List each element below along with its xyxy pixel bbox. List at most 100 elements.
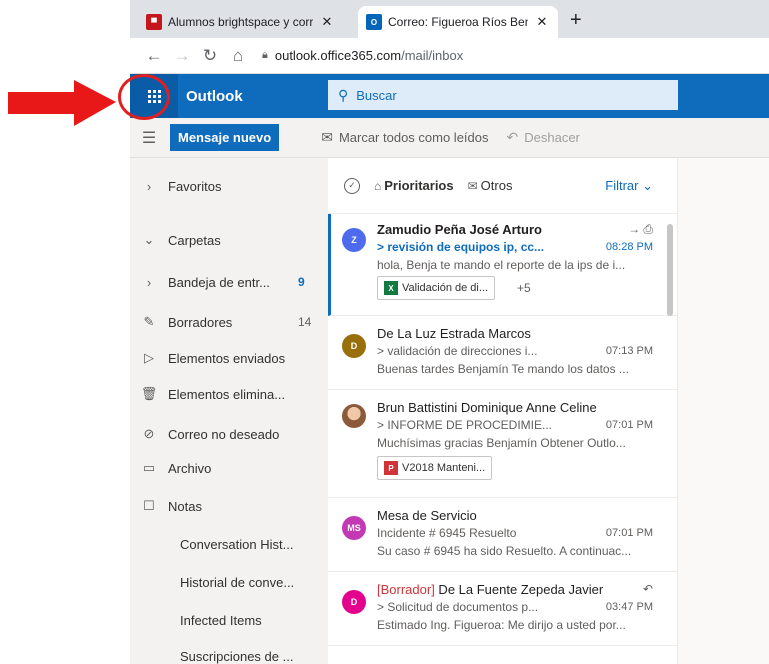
message-sender: De La Luz Estrada Marcos — [377, 326, 531, 341]
sidebar-item-notes[interactable]: ☐ Notas — [130, 488, 328, 524]
pdf-icon: P — [384, 461, 398, 475]
message-preview: Buenas tardes Benjamín Te mando los dato… — [377, 362, 629, 376]
folders-header[interactable]: ⌄ Carpetas — [130, 222, 328, 258]
avatar: Z — [342, 228, 366, 252]
url-host: outlook.office365.com — [274, 48, 402, 63]
pencil-icon: ✎ — [143, 314, 155, 329]
home-icon[interactable]: ⌂ — [224, 46, 252, 66]
message-time: 07:01 PM — [605, 527, 653, 539]
address-bar: ← → ↻ ⌂ 🔒︎ outlook.office365.com/mail/in… — [130, 38, 769, 74]
message-sender: Mesa de Servicio — [377, 508, 477, 523]
attachment-chip[interactable]: P V2018 Manteni... — [377, 456, 493, 480]
sidebar-item-drafts[interactable]: ✎ Borradores 14 — [130, 304, 328, 340]
new-message-button[interactable]: Mensaje nuevo — [170, 124, 280, 151]
message-preview: Estimado Ing. Figueroa: Me dirijo a uste… — [377, 618, 626, 632]
annotation-margin — [0, 0, 130, 664]
lock-icon: 🔒︎ — [262, 49, 268, 61]
sidebar-item-label: Suscripciones de ... — [180, 648, 294, 664]
sidebar-item-junk[interactable]: ⊘ Correo no deseado — [130, 416, 328, 452]
sidebar-item-label: Borradores — [168, 314, 233, 330]
new-tab-button[interactable]: + — [570, 9, 582, 32]
archive-icon: ▭ — [142, 460, 156, 475]
hamburger-menu-icon[interactable]: ☰ — [130, 128, 168, 148]
sidebar-item-label: Elementos enviados — [168, 350, 286, 366]
sidebar-item-conversation-history[interactable]: Conversation Hist... — [130, 526, 328, 562]
favorites-header[interactable]: › Favoritos — [130, 168, 328, 204]
avatar: D — [342, 334, 366, 358]
pivot-bar: ✓ ⌂ Prioritarios ✉ Otros Filtrar ⌄ — [328, 158, 677, 214]
folder-pane: › Favoritos ⌄ Carpetas › Bandeja de entr… — [130, 158, 328, 664]
undo-label: Deshacer — [524, 130, 580, 145]
select-all-checkbox[interactable]: ✓ — [344, 177, 360, 194]
avatar — [342, 404, 366, 428]
red-arrow-annotation — [8, 80, 116, 126]
url-path: /mail/inbox — [401, 48, 464, 63]
send-icon: ▷ — [144, 350, 154, 365]
note-icon: ☐ — [143, 498, 155, 513]
undo-button[interactable]: ↶ Deshacer — [507, 129, 580, 146]
chevron-down-icon: ⌄ — [642, 177, 653, 193]
chevron-down-icon: ⌄ — [143, 232, 155, 247]
sidebar-item-label: Notas — [168, 498, 202, 514]
reload-icon[interactable]: ↻ — [196, 46, 224, 66]
url-field[interactable]: 🔒︎ outlook.office365.com/mail/inbox — [262, 48, 463, 63]
tab-strip: ▀ Alumnos brightspace y correo | ll ✕ O … — [130, 0, 769, 38]
sidebar-item-infected[interactable]: Infected Items — [130, 602, 328, 638]
tab-brightspace[interactable]: ▀ Alumnos brightspace y correo | ll ✕ — [138, 6, 343, 38]
attachment-name: V2018 Manteni... — [402, 462, 486, 474]
filter-label: Filtrar — [605, 177, 639, 193]
list-item[interactable]: MS Mesa de Servicio Incidente # 6945 Res… — [328, 498, 677, 572]
forward-attach-icons: → ⎙ — [628, 222, 653, 236]
list-item[interactable]: D De La Luz Estrada Marcos > validación … — [328, 316, 677, 390]
message-preview: hola, Benja te mando el reporte de la ip… — [377, 258, 626, 272]
sidebar-item-deleted[interactable]: 🗑︎ Elementos elimina... — [130, 376, 328, 412]
list-item[interactable]: Z Zamudio Peña José Arturo → ⎙ > revisió… — [328, 214, 677, 316]
message-subject: > validación de direcciones i... — [377, 344, 538, 358]
item-count: 14 — [298, 315, 312, 329]
list-item[interactable]: D [Borrador] De La Fuente Zepeda Javier … — [328, 572, 677, 646]
tab-title: Correo: Figueroa Ríos Benjamín - — [388, 15, 528, 29]
focused-icon: ⌂ — [374, 178, 382, 193]
attachment-name: Validación de di... — [402, 282, 489, 294]
search-icon: ⚲ — [338, 86, 349, 103]
close-tab-icon[interactable]: ✕ — [319, 14, 335, 30]
excel-icon: X — [384, 281, 398, 295]
outlook-favicon-icon: O — [366, 14, 382, 30]
list-item[interactable]: Brun Battistini Dominique Anne Celine > … — [328, 390, 677, 498]
app-name[interactable]: Outlook — [186, 88, 326, 105]
more-attachments[interactable]: +5 — [517, 281, 531, 295]
sidebar-item-subscriptions[interactable]: Suscripciones de ... — [130, 638, 328, 664]
scrollbar-thumb[interactable] — [667, 224, 673, 316]
close-tab-icon[interactable]: ✕ — [534, 14, 550, 30]
message-sender-name: De La Fuente Zepeda Javier — [434, 582, 604, 597]
sidebar-item-inbox[interactable]: › Bandeja de entr... 9 — [130, 264, 328, 300]
attachment-chip[interactable]: X Validación de di... — [377, 276, 496, 300]
tab-other[interactable]: ✉ Otros — [468, 178, 513, 193]
sidebar-item-historial[interactable]: Historial de conve... — [130, 564, 328, 600]
message-preview: Su caso # 6945 ha sido Resuelto. A conti… — [377, 544, 632, 558]
sidebar-item-label: Elementos elimina... — [168, 386, 286, 402]
unread-count: 9 — [298, 275, 305, 289]
red-circle-annotation — [118, 74, 170, 120]
message-subject: Incidente # 6945 Resuelto — [377, 526, 517, 540]
tab-outlook[interactable]: O Correo: Figueroa Ríos Benjamín - ✕ — [358, 6, 558, 38]
sidebar-item-label: Conversation Hist... — [180, 536, 294, 552]
message-subject: > Solicitud de documentos p... — [377, 600, 539, 614]
sidebar-item-label: Historial de conve... — [180, 574, 295, 590]
favorites-label: Favoritos — [168, 178, 222, 194]
message-time: 03:47 PM — [605, 601, 653, 613]
sidebar-item-archive[interactable]: ▭ Archivo — [130, 450, 328, 486]
bright-favicon-icon: ▀ — [146, 14, 162, 30]
sidebar-item-label: Archivo — [168, 460, 212, 476]
mark-all-read-button[interactable]: ✉ Marcar todos como leídos — [321, 129, 488, 146]
forward-arrow-icon[interactable]: → — [168, 46, 196, 66]
sidebar-item-sent[interactable]: ▷ Elementos enviados — [130, 340, 328, 376]
message-time: 07:13 PM — [605, 345, 653, 357]
back-arrow-icon[interactable]: ← — [140, 46, 168, 66]
draft-tag: [Borrador] — [377, 582, 435, 597]
search-input[interactable]: ⚲ Buscar — [328, 80, 678, 110]
filter-button[interactable]: Filtrar ⌄ — [605, 178, 653, 194]
mark-all-read-label: Marcar todos como leídos — [338, 130, 489, 145]
tab-focused[interactable]: ⌂ Prioritarios — [374, 178, 454, 193]
outlook-header: Outlook ⚲ Buscar — [130, 74, 769, 118]
